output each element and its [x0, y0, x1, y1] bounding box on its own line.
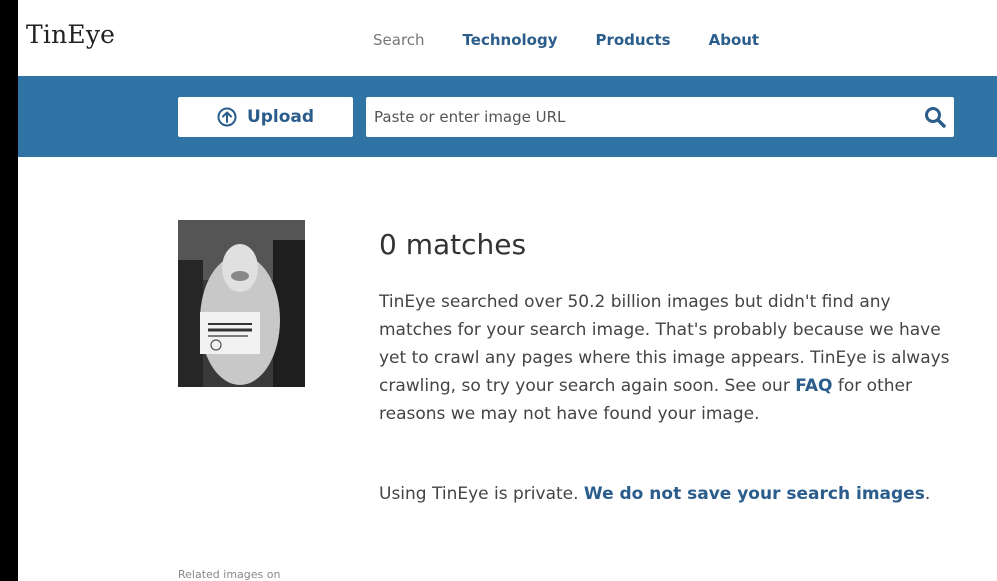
- upload-button[interactable]: Upload: [178, 97, 353, 137]
- privacy-text: Using TinEye is private.: [379, 484, 584, 504]
- top-nav: Search Technology Products About: [373, 31, 797, 49]
- upload-arrow-icon: [217, 107, 237, 127]
- match-count-title: 0 matches: [379, 228, 527, 261]
- related-images-label: Related images on: [178, 568, 281, 581]
- upload-label: Upload: [246, 107, 315, 127]
- privacy-notice: Using TinEye is private. We do not save …: [379, 480, 930, 508]
- page: TinEye Search Technology Products About …: [18, 0, 997, 581]
- search-bar: Upload: [18, 76, 997, 157]
- faq-link[interactable]: FAQ: [795, 376, 832, 396]
- nav-about[interactable]: About: [709, 31, 760, 49]
- search-icon[interactable]: [916, 106, 954, 128]
- tineye-logo[interactable]: TinEye: [26, 20, 115, 49]
- url-search-box: [366, 97, 954, 137]
- search-image-thumbnail: [178, 220, 305, 387]
- nav-products[interactable]: Products: [595, 31, 670, 49]
- bird-photo-thumbnail: [178, 220, 305, 387]
- no-match-description: TinEye searched over 50.2 billion images…: [379, 288, 959, 428]
- privacy-link[interactable]: We do not save your search images: [584, 484, 925, 504]
- nav-search[interactable]: Search: [373, 31, 425, 49]
- privacy-period: .: [924, 484, 931, 504]
- nav-technology[interactable]: Technology: [463, 31, 558, 49]
- image-url-input[interactable]: [366, 97, 916, 137]
